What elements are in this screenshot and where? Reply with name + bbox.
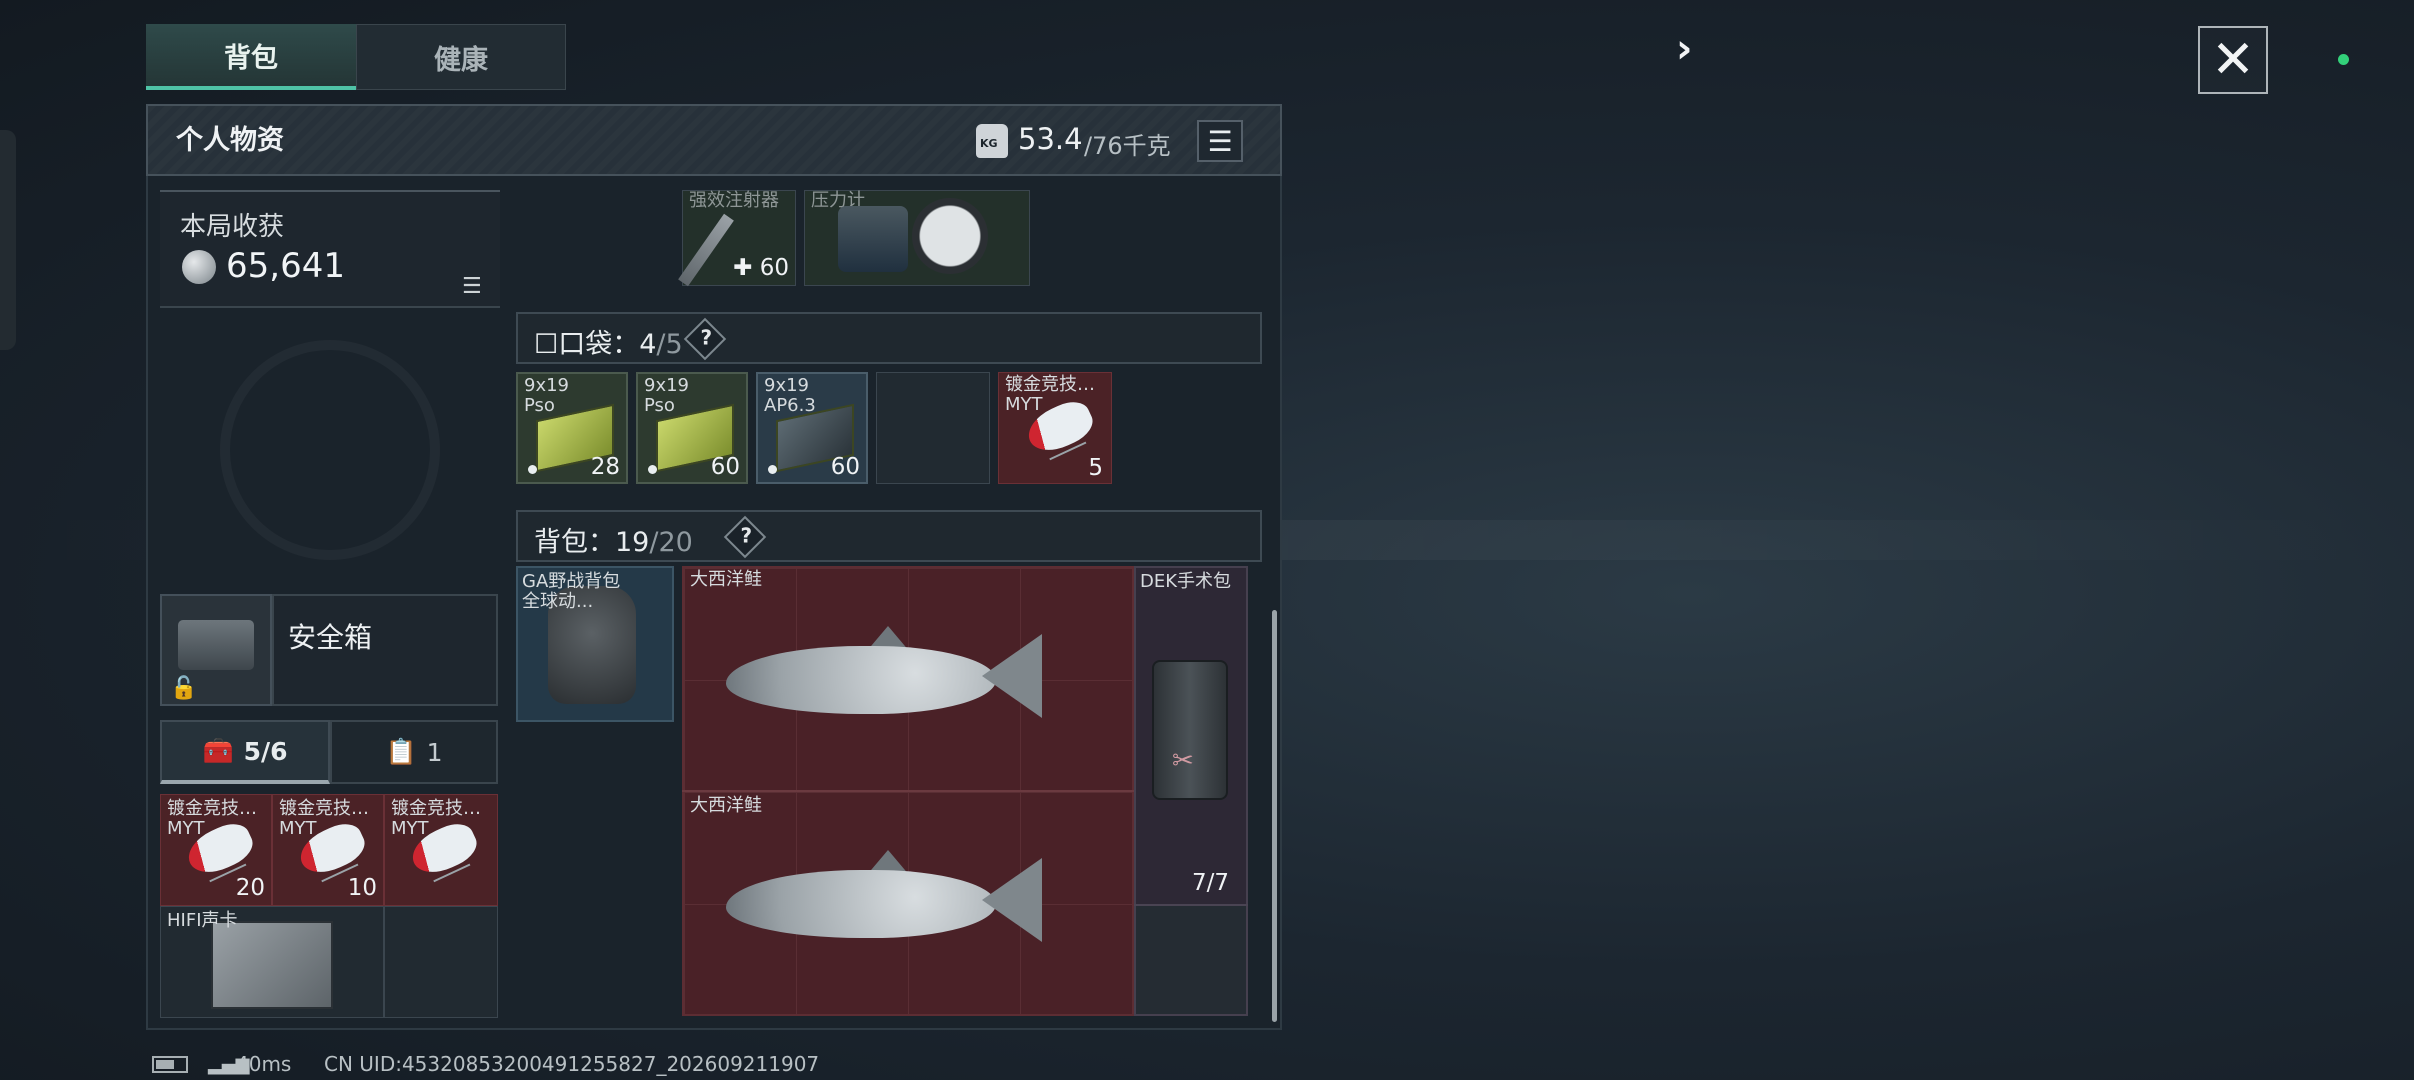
clipboard-icon: 📋 [385,737,417,766]
gauge-dial-image [912,198,988,274]
pocket-icon: ☐ [534,329,559,360]
salmon-image [706,850,1042,946]
weight-max: /76千克 [1084,132,1171,160]
subtab-toolbox[interactable]: 🧰 5/6 [160,720,330,784]
weight-icon: KG [976,124,1008,158]
tab-health[interactable]: 健康 [356,24,566,90]
toolbox-icon: 🧰 [202,736,234,765]
pocket-item-5[interactable]: 镀金竞技… MYT 5 [998,372,1112,484]
sound-card-image [211,921,333,1009]
battery-icon [152,1056,188,1073]
item-injector[interactable]: 强效注射器 ✚ 60 [682,190,796,286]
subtab-clipboard[interactable]: 📋 1 [330,720,498,784]
padlock-icon: 🔓 [170,676,198,701]
earnings-label: 本局收获 [180,212,285,242]
earnings-value: 65,641 [226,246,345,286]
secure-case-image [178,620,254,670]
earnings-list-icon[interactable]: ☰ [462,274,482,299]
item-quantity: ✚ 60 [733,255,789,281]
item-quantity: 5 [1088,455,1103,481]
backpack-empty-slot[interactable] [1136,906,1246,1014]
salmon-image [706,626,1042,722]
item-atlantic-salmon-1[interactable]: 大西洋鲑 [682,566,1134,790]
faction-emblem-watermark [220,340,440,560]
backpack-item-name: GA野战背包 [522,571,621,592]
secure-empty-slot[interactable] [384,906,498,1018]
pocket-item-1[interactable]: 9x19 Pso 28 [516,372,628,484]
secure-item-2[interactable]: 镀金竞技… MYT 10 [272,794,384,906]
list-icon: ☰ [1207,124,1233,158]
secure-item-1[interactable]: 镀金竞技… MYT 20 [160,794,272,906]
item-atlantic-salmon-2[interactable]: 大西洋鲑 [682,792,1134,1016]
pocket-item-3[interactable]: 9x19 AP6.3 60 [756,372,868,484]
close-icon: ✕ [2211,30,2255,90]
secure-item-4[interactable]: HIFI声卡 [160,906,384,1018]
ammo-dot-icon [648,465,657,474]
dek-durability: 7/7 [1192,870,1230,896]
item-quantity: 60 [830,454,860,480]
left-edge-handle[interactable] [0,130,16,350]
pocket-empty-slot[interactable] [876,372,990,484]
pocket-item-2[interactable]: 9x19 Pso 60 [636,372,748,484]
item-quantity: 28 [590,454,620,480]
chevron-right-icon[interactable]: › [1676,26,1692,72]
status-dot [2338,54,2349,65]
pocket-label: ☐口袋：4/5 [534,329,683,360]
weight-current: 53.4 [1018,122,1083,156]
ping-value: 40ms [236,1052,292,1076]
sort-list-button[interactable]: ☰ [1197,120,1243,162]
panel-title: 个人物资 [176,125,284,156]
item-quantity: 20 [235,875,265,901]
tab-backpack[interactable]: 背包 [146,24,356,90]
close-button[interactable]: ✕ [2198,26,2268,94]
coin-icon [182,250,216,284]
gauge-body-image [838,206,908,272]
surgical-kit-image [1152,660,1228,800]
user-uid: CN UID:45320853200491255827_202609211907 [324,1052,820,1076]
secure-container-label: 安全箱 [288,621,373,654]
backpack-label: 背包：19/20 [534,527,693,558]
ammo-dot-icon [768,465,777,474]
scissors-icon: ✂ [1172,746,1194,776]
backpack-item-sub: 全球动... [522,591,594,612]
ammo-dot-icon [528,465,537,474]
item-quantity: 60 [710,454,740,480]
inventory-scrollbar[interactable] [1272,610,1277,1022]
item-quantity: 10 [347,875,377,901]
dek-name: DEK手术包 [1140,571,1232,592]
secure-item-3[interactable]: 镀金竞技… MYT [384,794,498,906]
